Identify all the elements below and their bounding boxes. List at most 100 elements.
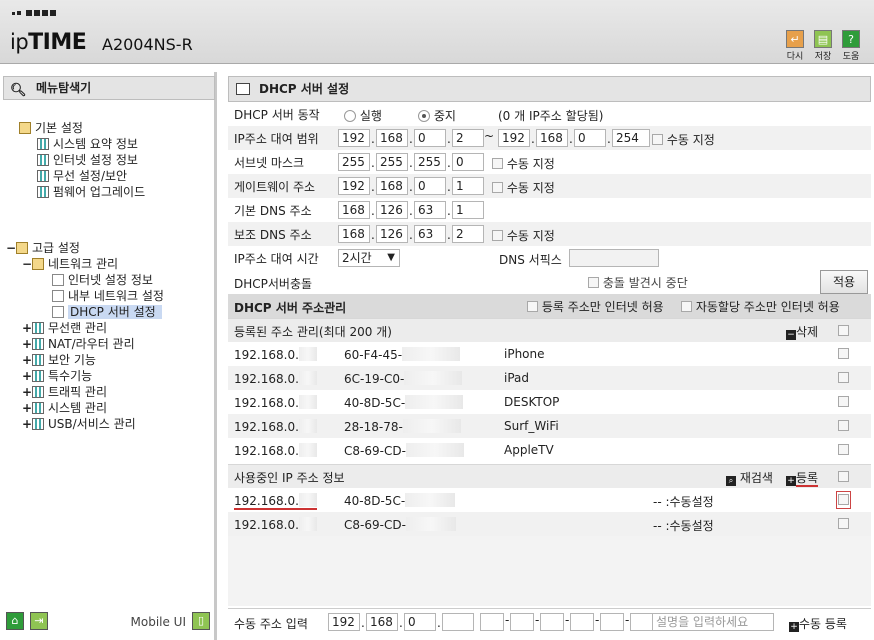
range-start-octet-2[interactable]: 168 — [376, 129, 408, 147]
menu-basic-settings[interactable]: 기본 설정 — [19, 120, 83, 136]
menu-advanced-settings[interactable]: − 고급 설정 — [6, 240, 80, 256]
range-end-octet-3[interactable]: 0 — [574, 129, 606, 147]
expand-icon[interactable]: + — [22, 352, 32, 368]
subnet-octet-1[interactable]: 255 — [338, 153, 370, 171]
mobile-icon[interactable]: ▯ — [192, 612, 210, 630]
gateway-octet-3[interactable]: 0 — [414, 177, 446, 195]
description-input[interactable]: 설명을 입력하세요 — [652, 613, 774, 631]
logout-icon[interactable]: ⇥ — [30, 612, 48, 630]
only-registered-checkbox[interactable]: 등록 주소만 인터넷 허용 — [527, 298, 664, 315]
manual-ip-octet-1[interactable]: 192 — [328, 613, 360, 631]
refresh-button[interactable]: ⌕ 재검색 — [726, 469, 773, 486]
masked-value — [405, 443, 464, 457]
dns1-octet-2[interactable]: 126 — [376, 201, 408, 219]
menu-advanced-item-5[interactable]: + 시스템 관리 — [22, 400, 107, 416]
subnet-octet-4[interactable]: 0 — [452, 153, 484, 171]
row-ip: 192.168.0. — [234, 396, 299, 410]
home-icon[interactable]: ⌂ — [6, 612, 24, 630]
register-button[interactable]: +등록 — [786, 469, 819, 487]
gateway-octet-4[interactable]: 1 — [452, 177, 484, 195]
manual-ip-octet-4[interactable] — [442, 613, 474, 631]
conflict-row: DHCP서버충돌 충돌 발견시 중단 적용 — [228, 270, 871, 296]
dns2-octet-1[interactable]: 168 — [338, 225, 370, 243]
manual-mac-octet-1[interactable] — [480, 613, 504, 631]
manual-mac-octet-2[interactable] — [510, 613, 534, 631]
expand-icon[interactable]: + — [22, 368, 32, 384]
row-checkbox[interactable] — [838, 371, 849, 385]
collapse-icon[interactable]: − — [6, 240, 16, 256]
manual-ip-octet-2[interactable]: 168 — [366, 613, 398, 631]
expand-icon[interactable]: + — [22, 416, 32, 432]
dns2-octet-2[interactable]: 126 — [376, 225, 408, 243]
row-checkbox[interactable] — [838, 443, 849, 457]
row-checkbox[interactable] — [838, 419, 849, 433]
dns2-octet-3[interactable]: 63 — [414, 225, 446, 243]
range-start-octet-3[interactable]: 0 — [414, 129, 446, 147]
row-checkbox[interactable] — [838, 395, 849, 409]
menu-advanced-item-2[interactable]: + 보안 기능 — [22, 352, 96, 368]
run-radio[interactable]: 실행 — [344, 107, 382, 124]
menu-advanced-item-4[interactable]: + 트래픽 관리 — [22, 384, 107, 400]
range-start-octet-1[interactable]: 192 — [338, 129, 370, 147]
lease-time-select[interactable]: 2시간 ▼ — [338, 249, 400, 267]
select-all-in-use-checkbox[interactable] — [838, 470, 849, 484]
gateway-octet-2[interactable]: 168 — [376, 177, 408, 195]
menu-basic-item-2[interactable]: 무선 설정/보안 — [37, 168, 127, 184]
menu-basic-item-1[interactable]: 인터넷 설정 정보 — [37, 152, 138, 168]
stop-radio[interactable]: 중지 — [418, 107, 456, 124]
menu-network-item-0[interactable]: 인터넷 설정 정보 — [52, 272, 153, 288]
menu-item-icon — [32, 370, 44, 382]
dns1-octet-4[interactable]: 1 — [452, 201, 484, 219]
range-end-octet-2[interactable]: 168 — [536, 129, 568, 147]
row-checkbox[interactable] — [838, 517, 849, 531]
expand-icon[interactable]: + — [22, 400, 32, 416]
manual-ip-octet-3[interactable]: 0 — [404, 613, 436, 631]
dns1-octet-1[interactable]: 168 — [338, 201, 370, 219]
gateway-manual-checkbox[interactable]: 수동 지정 — [492, 179, 555, 196]
menu-network-management[interactable]: − 네트워크 관리 — [22, 256, 118, 272]
dns-suffix-input[interactable] — [569, 249, 659, 267]
menu-basic-item-3[interactable]: 펌웨어 업그레이드 — [37, 184, 145, 200]
menu-advanced-item-1[interactable]: + NAT/라우터 관리 — [22, 336, 135, 352]
manual-register-button[interactable]: +수동 등록 — [789, 615, 847, 632]
conflict-stop-checkbox[interactable]: 충돌 발견시 중단 — [588, 274, 688, 291]
collapse-icon[interactable]: − — [22, 256, 32, 272]
subnet-manual-checkbox[interactable]: 수동 지정 — [492, 155, 555, 172]
menu-item-icon — [32, 338, 44, 350]
mobile-ui-link[interactable]: Mobile UI — [131, 615, 187, 629]
only-auto-checkbox[interactable]: 자동할당 주소만 인터넷 허용 — [681, 298, 840, 315]
menu-advanced-item-0[interactable]: + 무선랜 관리 — [22, 320, 107, 336]
manual-mac-octet-5[interactable] — [600, 613, 624, 631]
menu-advanced-item-3[interactable]: + 특수기능 — [22, 368, 92, 384]
dns1-octet-3[interactable]: 63 — [414, 201, 446, 219]
help-button[interactable]: ? 도움 — [840, 30, 862, 62]
range-end-octet-1[interactable]: 192 — [498, 129, 530, 147]
row-checkbox[interactable] — [836, 491, 851, 509]
dns2-manual-checkbox[interactable]: 수동 지정 — [492, 227, 555, 244]
manual-mac-octet-4[interactable] — [570, 613, 594, 631]
undo-button[interactable]: ↵ 다시 — [784, 30, 806, 62]
in-use-ip-link[interactable]: 192.168.0. — [234, 517, 317, 532]
menu-network-item-2[interactable]: DHCP 서버 설정 — [52, 304, 162, 320]
menu-network-item-1[interactable]: 내부 네트워크 설정 — [52, 288, 164, 304]
in-use-ip-link[interactable]: 192.168.0. — [234, 493, 317, 510]
select-all-registered-checkbox[interactable] — [838, 324, 849, 338]
menu-basic-item-0[interactable]: 시스템 요약 정보 — [37, 136, 138, 152]
menu-advanced-item-6[interactable]: + USB/서비스 관리 — [22, 416, 136, 432]
manual-mac-octet-3[interactable] — [540, 613, 564, 631]
delete-button[interactable]: −삭제 — [786, 323, 818, 340]
expand-icon[interactable]: + — [22, 336, 32, 352]
subnet-octet-2[interactable]: 255 — [376, 153, 408, 171]
gateway-octet-1[interactable]: 192 — [338, 177, 370, 195]
manual-mac-octet-6[interactable] — [630, 613, 654, 631]
save-button[interactable]: ▤ 저장 — [812, 30, 834, 62]
expand-icon[interactable]: + — [22, 384, 32, 400]
dns2-octet-4[interactable]: 2 — [452, 225, 484, 243]
row-checkbox[interactable] — [838, 347, 849, 361]
apply-button[interactable]: 적용 — [820, 270, 868, 294]
lease-manual-checkbox[interactable]: 수동 지정 — [652, 131, 715, 148]
range-start-octet-4[interactable]: 2 — [452, 129, 484, 147]
range-end-octet-4[interactable]: 254 — [612, 129, 650, 147]
expand-icon[interactable]: + — [22, 320, 32, 336]
subnet-octet-3[interactable]: 255 — [414, 153, 446, 171]
